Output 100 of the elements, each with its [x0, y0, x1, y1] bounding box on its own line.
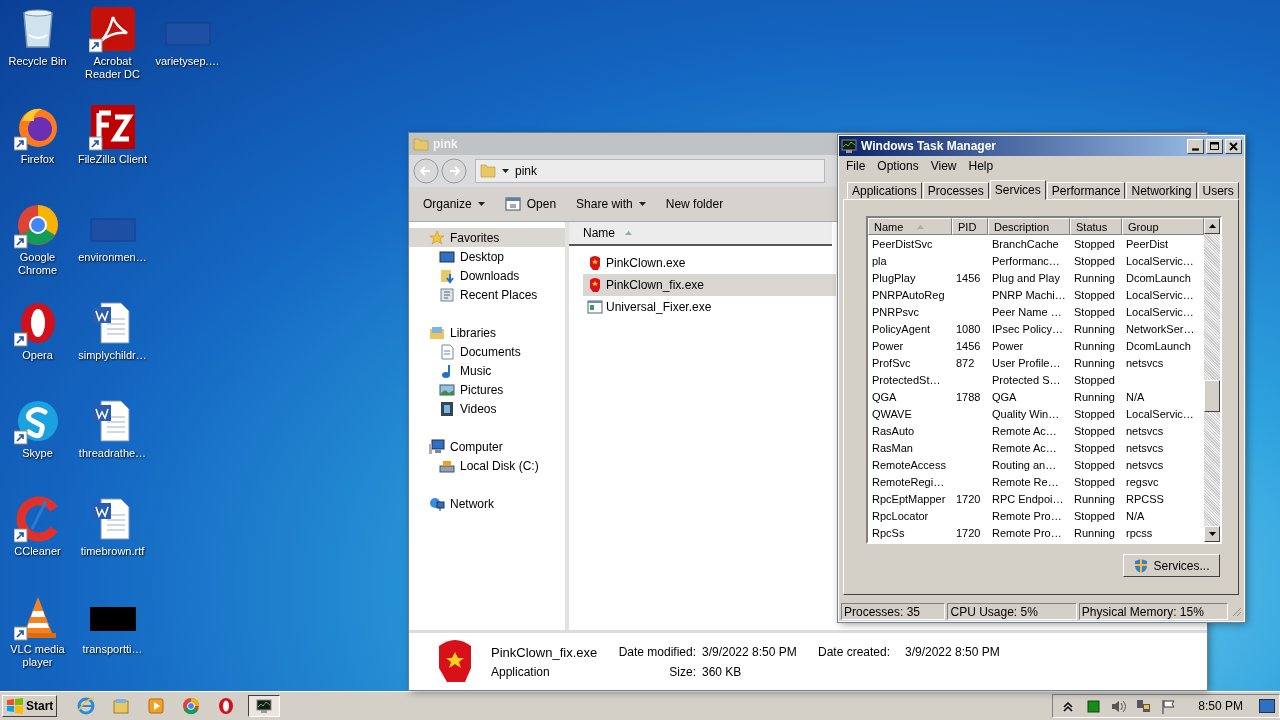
- menu-item[interactable]: Help: [968, 159, 994, 173]
- desktop-icon-label[interactable]: threadrathe…: [75, 447, 150, 460]
- desktop-icon-label[interactable]: FileZilla Client: [75, 153, 150, 166]
- tab[interactable]: Processes: [922, 182, 989, 199]
- shortcut-acrobat-icon[interactable]: [88, 5, 137, 53]
- shortcut-filezilla-icon[interactable]: [88, 103, 137, 151]
- table-cell-text: BranchCache: [991, 237, 1060, 250]
- internet-explorer-icon: [77, 697, 96, 715]
- table-cell-text: LocalServic…: [1125, 305, 1195, 318]
- table-cell-text: Stopped: [1073, 288, 1116, 301]
- tab[interactable]: Networking: [1126, 182, 1197, 199]
- column-header[interactable]: Name: [868, 218, 952, 235]
- file-entry[interactable]: PinkClown.exe: [583, 252, 836, 274]
- desktop-icon-label[interactable]: Google Chrome: [0, 251, 75, 277]
- table-cell-text: QGA: [991, 390, 1018, 403]
- caret-icon: [477, 202, 485, 206]
- nav-group-item[interactable]: Computer: [409, 437, 565, 456]
- taskbar-button[interactable]: [248, 695, 281, 717]
- caret-icon[interactable]: [502, 169, 509, 173]
- flag-icon[interactable]: [1161, 698, 1177, 714]
- window-icon: [504, 196, 521, 212]
- toolbar-button[interactable]: New folder: [657, 193, 732, 215]
- pictures-icon: [439, 381, 455, 398]
- desktop-icon-label[interactable]: varietysep.…: [150, 55, 225, 68]
- nav-item[interactable]: Music: [409, 361, 565, 380]
- close-icon: [1227, 139, 1240, 153]
- scroll-up-button[interactable]: [1204, 218, 1220, 234]
- resize-grip-icon[interactable]: [1230, 605, 1242, 617]
- clock[interactable]: 8:50 PM: [1198, 699, 1243, 713]
- nav-item[interactable]: Downloads: [409, 266, 565, 285]
- start-button[interactable]: Start: [2, 695, 58, 717]
- table-cell-text: regsvc: [1125, 475, 1160, 488]
- nav-item[interactable]: Pictures: [409, 380, 565, 399]
- desktop-icon-label[interactable]: simplychildr…: [75, 349, 150, 362]
- desktop-icon-label[interactable]: CCleaner: [0, 545, 75, 558]
- close-button[interactable]: [1225, 138, 1242, 154]
- nav-item[interactable]: Local Disk (C:): [409, 456, 565, 475]
- status-text: Physical Memory: 15%: [1078, 602, 1229, 620]
- tab[interactable]: Performance: [1046, 182, 1126, 199]
- desktop-icon-label[interactable]: timebrown.rtf: [75, 545, 150, 558]
- maximize-button[interactable]: [1206, 138, 1223, 154]
- menu-item[interactable]: File: [846, 159, 866, 173]
- table-cell-text: Remote Re…: [991, 475, 1060, 488]
- menu-button[interactable]: Share with: [568, 193, 654, 215]
- computer-icon: [429, 438, 445, 455]
- tab[interactable]: Users: [1197, 182, 1239, 199]
- forward-button[interactable]: [441, 158, 467, 184]
- menu-button[interactable]: Organize: [415, 193, 493, 215]
- table-cell-text: Stopped: [1073, 475, 1116, 488]
- table-cell-text: Running: [1073, 390, 1116, 403]
- file-entry[interactable]: PinkClown_fix.exe: [583, 274, 836, 296]
- desktop-icon-label[interactable]: Opera: [0, 349, 75, 362]
- desktop-icon-label[interactable]: transportti…: [75, 643, 150, 656]
- table-cell-text: PNRPAutoReg: [871, 288, 946, 301]
- network-icon[interactable]: [1136, 698, 1152, 714]
- folder-icon: [480, 163, 496, 179]
- table-cell-text: DcomLaunch: [1125, 271, 1192, 284]
- scroll-down-button[interactable]: [1204, 526, 1220, 542]
- scrollbar[interactable]: [1204, 218, 1220, 542]
- table-cell-text: rpcss: [1125, 526, 1154, 539]
- show-desktop-button[interactable]: [1259, 699, 1275, 713]
- desktop-icon-label[interactable]: Skype: [0, 447, 75, 460]
- table-cell-text: PolicyAgent: [871, 322, 932, 335]
- table-cell-text: Remote Ac…: [991, 424, 1058, 437]
- back-button[interactable]: [413, 158, 439, 184]
- menu-item[interactable]: View: [930, 159, 957, 173]
- scroll-thumb[interactable]: [1204, 380, 1220, 412]
- desktop-icon-label[interactable]: Recycle Bin: [0, 55, 75, 68]
- nav-item[interactable]: Documents: [409, 342, 565, 361]
- services-button[interactable]: Services...: [1123, 554, 1220, 577]
- monitor-icon: [841, 138, 857, 154]
- open-button[interactable]: Open: [496, 192, 565, 216]
- nav-group-item[interactable]: Libraries: [409, 323, 565, 342]
- table-cell-text: Running: [1073, 339, 1116, 352]
- nav-group-item[interactable]: Favorites: [409, 228, 565, 247]
- table-cell-text: netsvcs: [1125, 458, 1165, 471]
- column-header[interactable]: Status: [1070, 218, 1122, 235]
- menu-item[interactable]: Options: [877, 159, 919, 173]
- address-field[interactable]: pink: [475, 159, 825, 183]
- column-header[interactable]: Description: [988, 218, 1070, 235]
- desktop-icon-label[interactable]: Acrobat Reader DC: [75, 55, 150, 81]
- column-header[interactable]: Group: [1122, 218, 1204, 235]
- detail-label: Size:: [668, 664, 696, 679]
- column-header[interactable]: PID: [952, 218, 988, 235]
- table-cell-text: RasAuto: [871, 424, 916, 437]
- nav-item[interactable]: Recent Places: [409, 285, 565, 304]
- nav-group-item[interactable]: Network: [409, 494, 565, 513]
- tab[interactable]: Services: [989, 180, 1046, 200]
- nav-item[interactable]: Desktop: [409, 247, 565, 266]
- file-entry[interactable]: Universal_Fixer.exe: [583, 296, 836, 318]
- desktop-icon-label[interactable]: VLC media player: [0, 643, 75, 669]
- media-player-icon: [147, 697, 166, 715]
- desktop-icon-label[interactable]: environmen…: [75, 251, 150, 264]
- nav-item[interactable]: Videos: [409, 399, 565, 418]
- speaker-icon[interactable]: [1111, 698, 1127, 714]
- tab[interactable]: Applications: [847, 182, 922, 199]
- minimize-button[interactable]: [1187, 138, 1204, 154]
- desktop-icon-label[interactable]: Firefox: [0, 153, 75, 166]
- status-square-icon[interactable]: [1086, 698, 1102, 714]
- column-header[interactable]: Name: [569, 222, 832, 246]
